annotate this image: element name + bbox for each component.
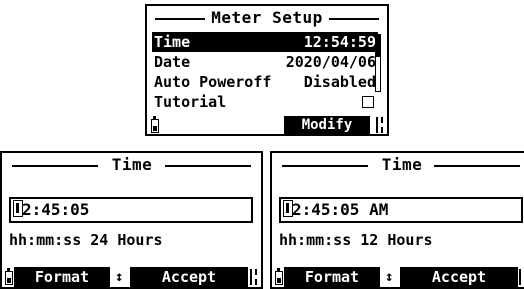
- time-format-label: hh:mm:ss 12 Hours: [279, 231, 433, 249]
- screen-title: Meter Setup: [207, 8, 327, 28]
- screen-title: Time: [370, 155, 434, 175]
- softkey-bar: Format ↕ Accept: [2, 267, 261, 287]
- time-input-field[interactable]: 2:45:05: [9, 197, 253, 223]
- title-rule-left: [155, 18, 205, 20]
- title-rule-left: [12, 165, 98, 167]
- menu-item-value: 2020/04/06: [285, 53, 376, 71]
- screen-title-bar: Time: [272, 155, 524, 175]
- time-24h-screen: Time 2:45:05 hh:mm:ss 24 Hours Format ↕ …: [0, 151, 263, 289]
- menu-item-label: Time: [154, 33, 191, 51]
- title-rule-right: [165, 165, 251, 167]
- modify-button[interactable]: Modify: [284, 116, 370, 134]
- scrollbar[interactable]: [375, 34, 381, 92]
- accept-button[interactable]: Accept: [400, 267, 518, 287]
- menu-item-value: Disabled: [303, 73, 376, 91]
- time-format-label: hh:mm:ss 24 Hours: [9, 231, 163, 249]
- menu-item-time[interactable]: Time 12:54:59: [152, 32, 378, 52]
- time-12h-screen: Time 2:45:05 AM hh:mm:ss 12 Hours Format…: [270, 151, 524, 289]
- title-rule-right: [329, 18, 379, 20]
- softkey-bar: Modify: [147, 116, 387, 134]
- format-button[interactable]: Format: [14, 267, 110, 287]
- time-value: 2:45:05 AM: [292, 200, 389, 219]
- setup-menu: Time 12:54:59 Date 2020/04/06 Auto Power…: [152, 32, 378, 112]
- keylock-icon: [376, 117, 384, 133]
- screen-title-bar: Time: [2, 155, 261, 175]
- meter-setup-screen: Meter Setup Time 12:54:59 Date 2020/04/0…: [145, 4, 389, 136]
- screen-title: Time: [100, 155, 164, 175]
- battery-icon: [151, 116, 159, 133]
- title-rule-left: [282, 165, 368, 167]
- menu-item-label: Date: [154, 53, 191, 71]
- edit-cursor-icon: [13, 200, 23, 217]
- menu-item-value: 12:54:59: [303, 33, 376, 51]
- softkey-bar: Format ↕ Accept: [272, 267, 524, 287]
- menu-item-date[interactable]: Date 2020/04/06: [152, 52, 378, 72]
- tutorial-checkbox[interactable]: [362, 96, 374, 108]
- edit-cursor-icon: [283, 200, 293, 217]
- format-button[interactable]: Format: [284, 267, 380, 287]
- menu-item-auto-poweroff[interactable]: Auto Poweroff Disabled: [152, 72, 378, 92]
- menu-item-label: Tutorial: [154, 93, 227, 111]
- menu-item-tutorial[interactable]: Tutorial: [152, 92, 378, 112]
- screen-title-bar: Meter Setup: [147, 8, 387, 28]
- time-input-field[interactable]: 2:45:05 AM: [279, 197, 523, 223]
- time-value: 2:45:05: [22, 200, 90, 219]
- accept-button[interactable]: Accept: [130, 267, 248, 287]
- menu-item-label: Auto Poweroff: [154, 73, 272, 91]
- title-rule-right: [434, 165, 520, 167]
- scrollbar-thumb[interactable]: [376, 35, 380, 57]
